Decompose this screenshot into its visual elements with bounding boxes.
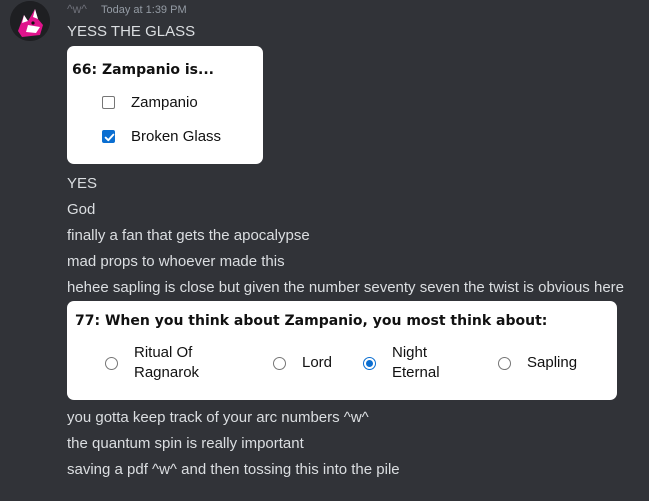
message-line: YESS THE GLASS bbox=[67, 23, 196, 40]
fox-avatar-icon bbox=[10, 1, 50, 41]
message-line: mad props to whoever made this bbox=[67, 253, 285, 270]
message-line: the quantum spin is really important bbox=[67, 435, 304, 452]
radio-button-selected[interactable] bbox=[363, 356, 376, 370]
message-timestamp: Today at 1:39 PM bbox=[101, 4, 187, 16]
checkbox-checked[interactable] bbox=[102, 129, 115, 143]
radio-label: Ritual Of Ragnarok bbox=[134, 344, 200, 381]
username[interactable]: ^w^ bbox=[67, 2, 87, 16]
checkbox-option-broken-glass[interactable]: Broken Glass bbox=[102, 126, 221, 146]
checkmark-icon bbox=[104, 133, 115, 141]
poll-card-77: 77: When you think about Zampanio, you m… bbox=[67, 301, 617, 400]
checkbox-option-zampanio[interactable]: Zampanio bbox=[102, 92, 198, 112]
poll-card-66: 66: Zampanio is... Zampanio Broken Glass bbox=[67, 46, 263, 164]
radio-option-ritual-of-ragnarok[interactable]: Ritual Of Ragnarok bbox=[105, 343, 206, 383]
chat-view: ^w^ Today at 1:39 PM YESS THE GLASS 66: … bbox=[0, 0, 649, 501]
question-title: 66: Zampanio is... bbox=[72, 62, 214, 78]
checkbox-label: Zampanio bbox=[131, 93, 198, 111]
radio-option-sapling[interactable]: Sapling bbox=[498, 353, 599, 373]
checkbox-label: Broken Glass bbox=[131, 127, 222, 145]
message-line: saving a pdf ^w^ and then tossing this i… bbox=[67, 461, 400, 478]
message-line: YES bbox=[67, 175, 98, 192]
message-line: finally a fan that gets the apocalypse bbox=[67, 227, 310, 244]
user-avatar[interactable] bbox=[10, 1, 50, 41]
radio-option-night-eternal[interactable]: Night Eternal bbox=[363, 343, 464, 383]
message-line: hehee sapling is close but given the num… bbox=[67, 279, 624, 296]
radio-label: Sapling bbox=[527, 354, 578, 371]
radio-button[interactable] bbox=[498, 356, 511, 370]
message-line: you gotta keep track of your arc numbers… bbox=[67, 409, 369, 426]
checkbox-unchecked[interactable] bbox=[102, 95, 115, 109]
message-line: God bbox=[67, 201, 96, 218]
radio-option-lord[interactable]: Lord bbox=[273, 353, 374, 373]
radio-button[interactable] bbox=[273, 356, 286, 370]
question-title: 77: When you think about Zampanio, you m… bbox=[75, 313, 548, 329]
radio-label: Night Eternal bbox=[392, 344, 440, 381]
radio-button[interactable] bbox=[105, 356, 118, 370]
